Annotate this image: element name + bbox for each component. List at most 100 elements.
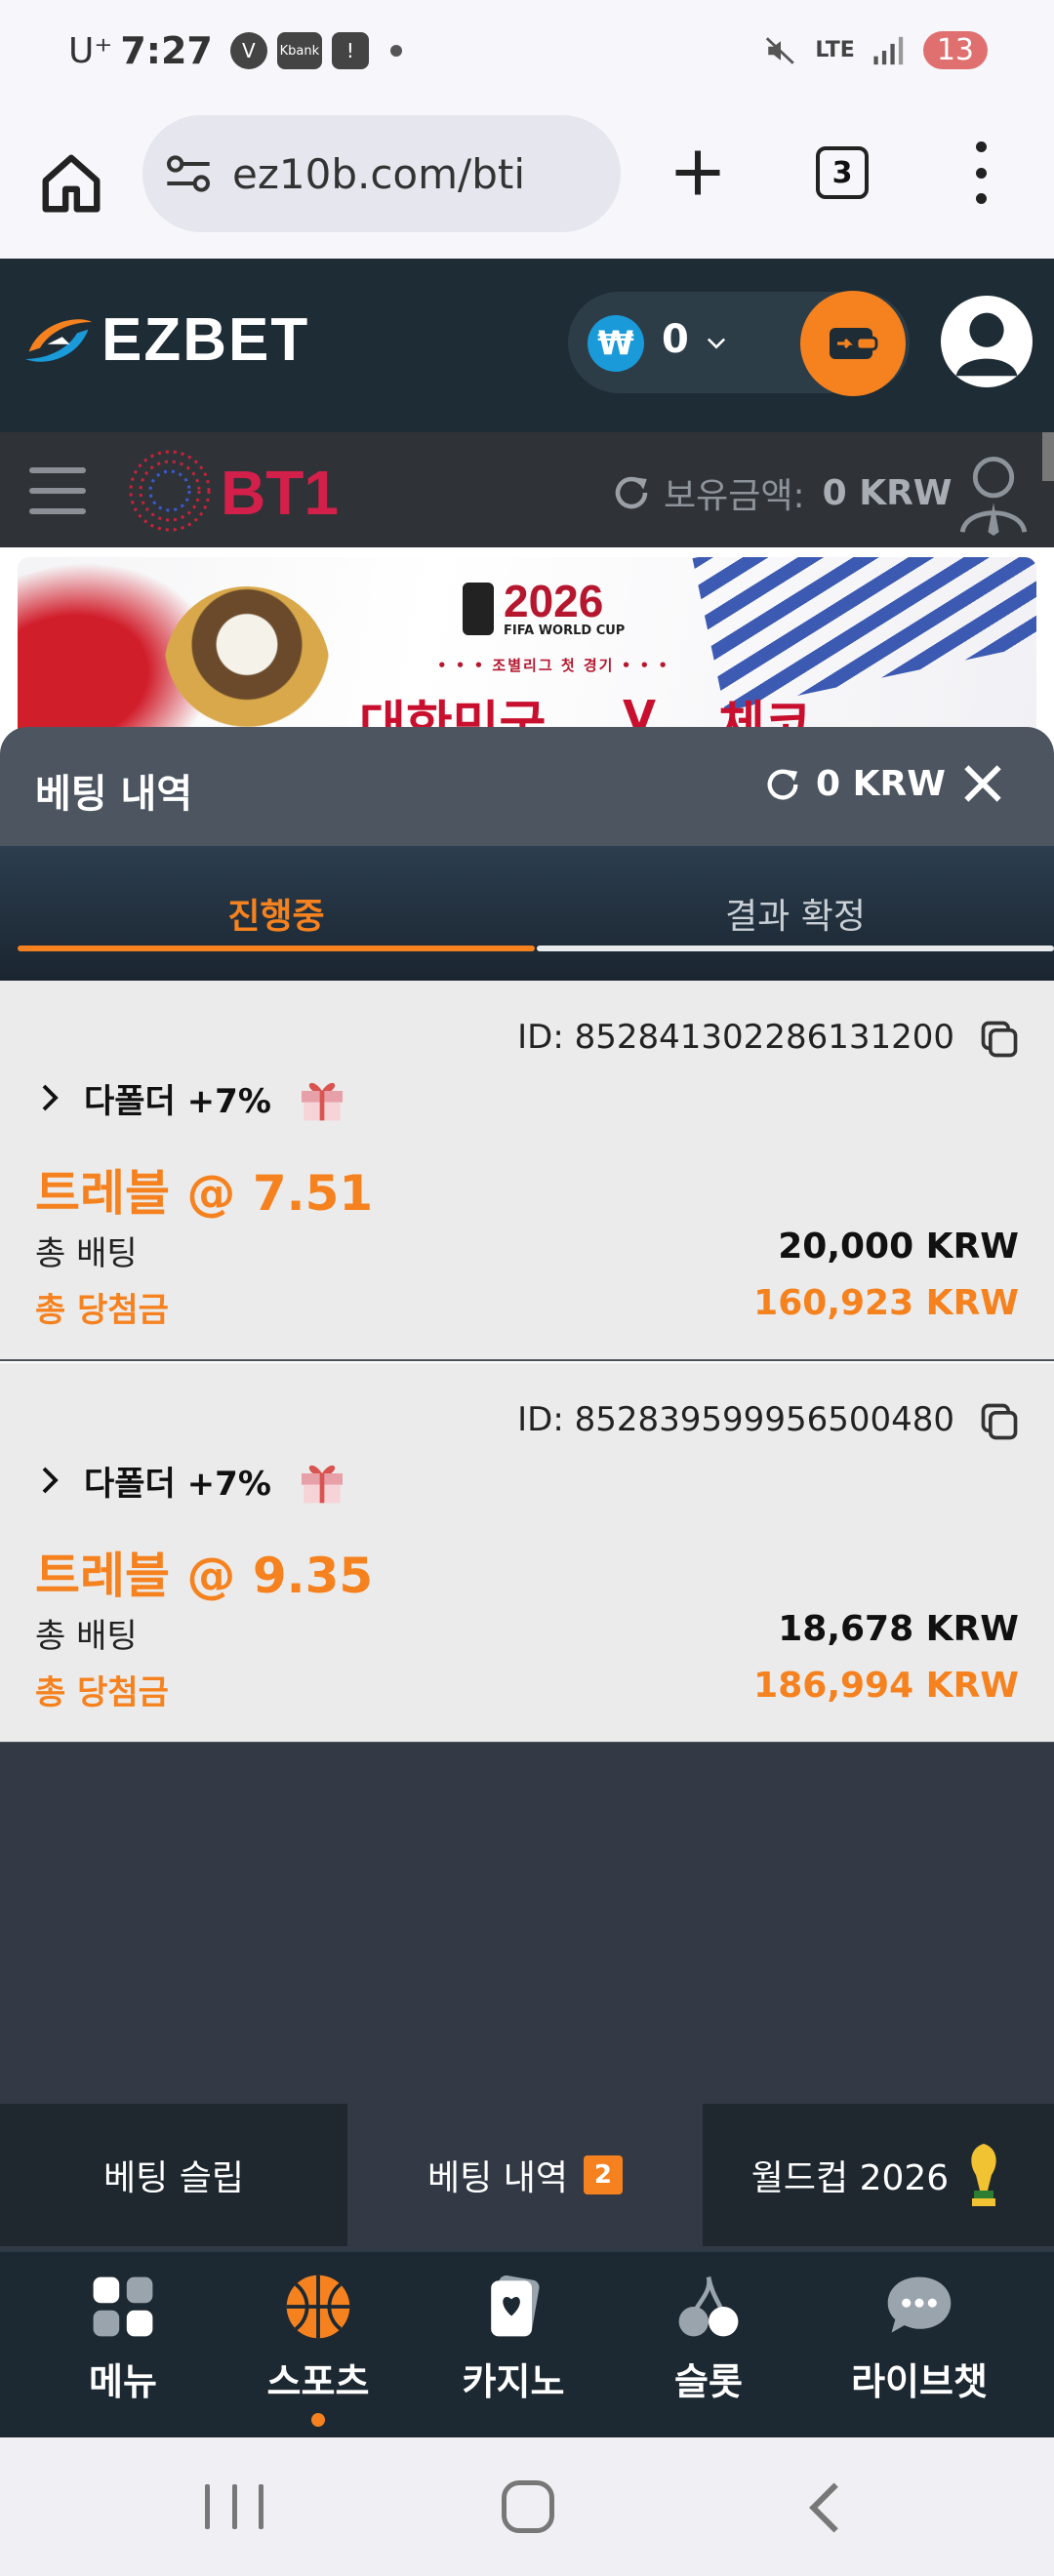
carrier-label: U⁺ (68, 30, 113, 71)
world-cup-emblem-icon (463, 582, 494, 635)
copy-icon[interactable] (978, 1018, 1021, 1061)
chat-bubble-icon (887, 2276, 952, 2333)
home-icon[interactable] (37, 149, 105, 218)
profile-button[interactable] (941, 296, 1033, 387)
bt1-logo-text: BT1 (221, 458, 339, 528)
world-cup-label: 월드컵 2026 (750, 2158, 950, 2198)
cards-icon (491, 2274, 540, 2337)
user-avatar-icon (955, 312, 1018, 377)
chevron-down-icon (707, 338, 726, 349)
nav-live-chat-label: 라이브챗 (851, 2360, 988, 2403)
bet-tabs-bar: 베팅 슬립 베팅 내역 2 월드컵 2026 (0, 2104, 1054, 2250)
wallet-transfer-icon (830, 328, 878, 359)
back-icon[interactable] (800, 2480, 849, 2535)
ezbet-logo[interactable]: EZBET (21, 305, 309, 375)
clock: 7:27 (120, 29, 213, 72)
bet-status-tabs: 진행중 결과 확정 (0, 846, 1054, 981)
stake-label: 총 배팅 (35, 1617, 138, 1656)
refresh-icon[interactable] (611, 472, 652, 513)
close-icon[interactable] (958, 759, 1007, 808)
ezbet-logo-mark-icon (24, 318, 93, 362)
status-bar: U⁺ 7:27 V Kbank ! LTE 13 (0, 0, 1054, 112)
panel-balance[interactable]: 0 KRW (763, 764, 946, 804)
battery-indicator: 13 (922, 31, 988, 69)
nav-menu[interactable]: 메뉴 (25, 2270, 221, 2405)
site-header: EZBET ₩ 0 (0, 259, 1054, 432)
recent-apps-icon[interactable] (205, 2484, 264, 2529)
nav-sports-label: 스포츠 (266, 2360, 370, 2403)
bet-slip-tab[interactable]: 베팅 슬립 (0, 2104, 347, 2246)
url-text: ez10b.com/bti (232, 149, 525, 198)
bet-history-label: 베팅 내역 (427, 2158, 568, 2198)
bet-history-tab[interactable]: 베팅 내역 2 (347, 2104, 703, 2246)
site-settings-icon[interactable] (164, 154, 213, 193)
hamburger-menu-icon[interactable] (29, 467, 86, 514)
world-cup-name: FIFA WORLD CUP (504, 624, 626, 638)
tab-underline-active (18, 946, 535, 951)
panel-balance-value: 0 KRW (816, 764, 946, 804)
signal-icon (873, 36, 903, 64)
tab-in-progress-label: 진행중 (227, 897, 325, 937)
panel-title: 베팅 내역 (35, 772, 193, 817)
bet-id: ID: 852841302286131200 (517, 1018, 954, 1057)
browser-toolbar: ez10b.com/bti 3 (0, 112, 1054, 259)
refresh-balance-icon[interactable] (763, 765, 802, 804)
bet-count-badge: 2 (583, 2155, 623, 2194)
bt1-header: BT1 보유금액: 0 KRW (0, 432, 1054, 547)
nav-live-chat[interactable]: 라이브챗 (822, 2270, 1017, 2405)
bet-card: ID: 852841302286131200 다폴더 +7% 트레블 @ 7.5… (0, 981, 1054, 1361)
nav-casino-label: 카지노 (462, 2360, 565, 2403)
brand-name: EZBET (101, 306, 310, 374)
bt1-logo[interactable]: BT1 (123, 444, 367, 538)
tab-settled[interactable]: 결과 확정 (537, 846, 1054, 981)
potential-win-value: 186,994 KRW (753, 1666, 1019, 1706)
potential-win-label: 총 당첨금 (35, 1673, 169, 1712)
potential-win-value: 160,923 KRW (753, 1283, 1019, 1323)
cashier-button[interactable] (800, 291, 906, 396)
promo-banner[interactable]: 2026 FIFA WORLD CUP • • • 조별리그 첫 경기 • • … (18, 557, 1036, 752)
tab-underline (537, 946, 1054, 951)
tab-in-progress[interactable]: 진행중 (18, 846, 535, 981)
copy-icon[interactable] (978, 1400, 1021, 1443)
balance-value: 0 KRW (822, 472, 953, 513)
mute-icon (766, 36, 795, 64)
nav-slots[interactable]: 슬롯 (611, 2270, 806, 2405)
world-cup-tab[interactable]: 월드컵 2026 (703, 2104, 1054, 2246)
stake-value: 18,678 KRW (778, 1609, 1019, 1649)
scrollbar-thumb[interactable] (1042, 432, 1054, 481)
tab-switcher-button[interactable]: 3 (816, 146, 869, 199)
chevron-right-icon (42, 1467, 59, 1494)
more-menu-icon[interactable] (966, 141, 995, 204)
v-app-icon: V (229, 32, 267, 69)
cherry-icon (678, 2276, 739, 2337)
wallet-amount: 0 (662, 317, 689, 362)
gift-icon (301, 1465, 343, 1504)
system-home-icon[interactable] (502, 2480, 554, 2533)
bet-odds: 트레블 @ 9.35 (35, 1548, 374, 1604)
bet-history-panel-header: 베팅 내역 0 KRW (0, 727, 1054, 846)
nav-casino[interactable]: 카지노 (416, 2270, 611, 2405)
bet-slip-label: 베팅 슬립 (103, 2158, 244, 2198)
active-indicator-dot (311, 2413, 325, 2427)
gift-icon (301, 1082, 343, 1121)
system-navigation-bar (0, 2437, 1054, 2576)
lte-icon: LTE (815, 38, 855, 62)
stake-value: 20,000 KRW (778, 1227, 1019, 1267)
account-icon[interactable] (956, 452, 1031, 536)
nav-sports[interactable]: 스포츠 (221, 2270, 416, 2427)
bet-card: ID: 852839599956500480 다폴더 +7% 트레블 @ 9.3… (0, 1363, 1054, 1744)
tab-settled-label: 결과 확정 (725, 897, 866, 937)
alert-notification-icon: ! (331, 32, 369, 69)
bet-expand-toggle[interactable]: 다폴더 +7% (35, 1070, 349, 1125)
bet-expand-toggle[interactable]: 다폴더 +7% (35, 1453, 349, 1508)
trophy-icon (971, 2144, 996, 2206)
grid-icon (93, 2276, 153, 2337)
banner-round-text: • • • 조별리그 첫 경기 • • • (437, 657, 669, 674)
won-currency-icon: ₩ (588, 315, 644, 372)
more-notifications-dot (389, 45, 402, 57)
world-cup-year: 2026 (504, 576, 604, 626)
world-cup-logo: 2026 FIFA WORLD CUP (463, 579, 625, 638)
kbank-app-icon: Kbank (276, 32, 322, 69)
new-tab-icon[interactable] (669, 143, 727, 202)
address-bar[interactable]: ez10b.com/bti (142, 115, 621, 232)
